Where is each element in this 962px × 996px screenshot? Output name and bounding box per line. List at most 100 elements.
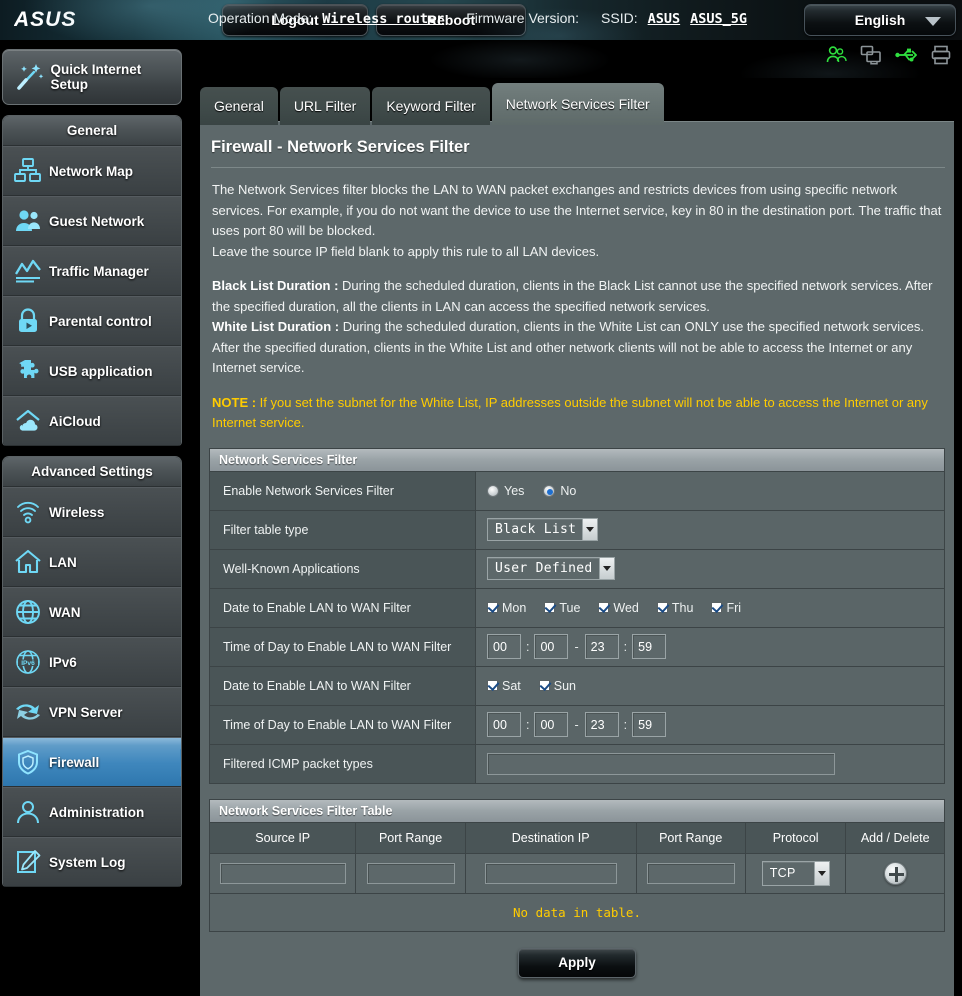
- weekend-end-minute-input[interactable]: [632, 712, 667, 737]
- table-header-row: Source IP Port Range Destination IP Port…: [210, 821, 944, 853]
- parental-control-lock-icon: [7, 307, 49, 335]
- tab-label: General: [214, 98, 264, 114]
- well-known-applications-value: User Defined: [495, 561, 593, 576]
- weekend-start-minute-input[interactable]: [534, 712, 569, 737]
- sidebar-item-parental-control[interactable]: Parental control: [3, 296, 181, 346]
- sidebar-item-wireless[interactable]: Wireless: [3, 487, 181, 537]
- plus-circle-icon[interactable]: [883, 861, 907, 885]
- blacklist-duration-label: Black List Duration :: [212, 278, 339, 293]
- tab-label: Network Services Filter: [505, 96, 650, 112]
- sidebar-item-network-map[interactable]: Network Map: [3, 146, 181, 196]
- checkbox-thu[interactable]: [656, 602, 668, 613]
- svg-text:ASUS: ASUS: [14, 8, 76, 30]
- sidebar-item-firewall[interactable]: Firewall: [3, 737, 181, 787]
- ipv6-globe-icon: IPv6: [7, 648, 49, 676]
- sidebar-item-label: VPN Server: [49, 704, 123, 720]
- column-header-destination-ip: Destination IP: [466, 822, 637, 853]
- tab-label: Keyword Filter: [386, 98, 476, 114]
- weekday-start-minute-input[interactable]: [534, 634, 569, 659]
- table-empty-message: No data in table.: [210, 892, 944, 931]
- column-header-source-ip: Source IP: [210, 822, 357, 853]
- sidebar-item-lan[interactable]: LAN: [3, 537, 181, 587]
- active-indicator-arrow: [180, 749, 181, 777]
- filter-table-type-select[interactable]: Black List: [487, 518, 599, 541]
- weekday-end-minute-input[interactable]: [632, 634, 667, 659]
- quick-internet-setup-button[interactable]: Quick Internet Setup: [2, 49, 182, 105]
- sidebar-item-ipv6[interactable]: IPv6 IPv6: [3, 637, 181, 687]
- section-header: Network Services Filter: [210, 448, 944, 471]
- tab-label: URL Filter: [293, 98, 357, 114]
- column-header-add-delete: Add / Delete: [860, 830, 930, 845]
- checkbox-fri[interactable]: [711, 602, 723, 613]
- printer-icon[interactable]: [930, 44, 952, 66]
- tab-url-filter[interactable]: URL Filter: [279, 87, 371, 125]
- weekend-start-hour-input[interactable]: [487, 712, 521, 737]
- checkbox-wed[interactable]: [598, 602, 610, 613]
- magic-wand-icon: [9, 60, 49, 94]
- sidebar-item-vpn-server[interactable]: VPN Server: [3, 687, 181, 737]
- system-info: Operation Mode: Wireless router Firmware V…: [208, 10, 747, 27]
- note-paragraph: NOTE : If you set the subnet for the Whi…: [212, 393, 945, 434]
- weekend-checkbox-group: Sat Sun: [487, 679, 576, 693]
- tab-general[interactable]: General: [200, 87, 278, 125]
- row-date-weekend: Date to Enable LAN to WAN Filter Sat Sun: [210, 665, 944, 705]
- radio-yes[interactable]: [487, 484, 499, 497]
- chevron-down-icon: [925, 17, 941, 26]
- checkbox-wed-label: Wed: [613, 600, 639, 615]
- column-header-port-range-2: Port Range: [637, 822, 746, 853]
- sidebar-item-label: Guest Network: [49, 213, 145, 229]
- weekend-end-hour-input[interactable]: [584, 712, 619, 737]
- weekday-end-hour-input[interactable]: [584, 634, 619, 659]
- apply-button[interactable]: Apply: [518, 947, 636, 978]
- checkbox-sat-label: Sat: [502, 678, 521, 693]
- destination-ip-input[interactable]: [484, 862, 617, 884]
- well-known-applications-select[interactable]: User Defined: [487, 557, 615, 580]
- network-services-filter-section: Network Services Filter Enable Network S…: [209, 447, 945, 784]
- time-colon: :: [623, 717, 628, 732]
- checkbox-mon-label: Mon: [502, 600, 527, 615]
- sidebar-item-traffic-manager[interactable]: Traffic Manager: [3, 246, 181, 296]
- sidebar-item-aicloud[interactable]: AiCloud: [3, 396, 181, 446]
- checkbox-tue[interactable]: [544, 602, 556, 613]
- clone-monitors-icon[interactable]: [860, 44, 882, 66]
- source-ip-input[interactable]: [219, 862, 346, 884]
- usb-icon[interactable]: [895, 44, 918, 66]
- checkbox-mon[interactable]: [487, 602, 498, 613]
- router-admin-page: ASUS Logout Reboot English Operation Mod…: [0, 0, 962, 996]
- radio-no-label: No: [560, 483, 577, 498]
- tab-keyword-filter[interactable]: Keyword Filter: [372, 87, 490, 125]
- time-colon: :: [526, 717, 530, 732]
- port-range-1-input[interactable]: [366, 862, 455, 884]
- sidebar-item-usb-application[interactable]: USB application: [3, 346, 181, 396]
- clients-users-icon[interactable]: [825, 44, 847, 66]
- sidebar-item-label: System Log: [49, 854, 126, 870]
- operation-mode-value[interactable]: Wireless router: [322, 11, 444, 27]
- sidebar-item-administration[interactable]: Administration: [3, 787, 181, 837]
- network-map-icon: [7, 157, 49, 185]
- language-selector[interactable]: English: [804, 4, 956, 36]
- ssid-2g-value[interactable]: ASUS: [648, 11, 681, 27]
- row-label: Filter table type: [210, 510, 476, 549]
- ssid-5g-value[interactable]: ASUS_5G: [690, 11, 747, 27]
- firewall-shield-icon: [7, 748, 49, 776]
- row-enable-filter: Enable Network Services Filter Yes No: [210, 470, 944, 510]
- description-paragraph-2: Leave the source IP field blank to apply…: [212, 243, 600, 259]
- checkbox-sat[interactable]: [487, 680, 498, 691]
- radio-no[interactable]: [543, 484, 556, 497]
- sidebar-item-guest-network[interactable]: Guest Network: [3, 196, 181, 246]
- filtered-icmp-input[interactable]: [487, 752, 835, 775]
- protocol-select[interactable]: TCP: [761, 860, 830, 886]
- weekday-start-hour-input[interactable]: [487, 634, 521, 659]
- checkbox-sun[interactable]: [538, 680, 550, 691]
- main-panel: Firewall - Network Services Filter The N…: [200, 121, 954, 996]
- sidebar-item-system-log[interactable]: System Log: [3, 837, 181, 887]
- sidebar-item-wan[interactable]: WAN: [3, 587, 181, 637]
- operation-mode-label: Operation Mode:: [208, 10, 313, 26]
- port-range-2-input[interactable]: [646, 862, 735, 884]
- enable-filter-radio-group: Yes No: [487, 484, 576, 498]
- tab-network-services-filter[interactable]: Network Services Filter: [491, 83, 664, 125]
- time-colon: :: [623, 639, 628, 654]
- system-log-pencil-icon: [7, 848, 49, 876]
- row-label: Date to Enable LAN to WAN Filter: [210, 666, 476, 705]
- row-label: Filtered ICMP packet types: [210, 744, 476, 783]
